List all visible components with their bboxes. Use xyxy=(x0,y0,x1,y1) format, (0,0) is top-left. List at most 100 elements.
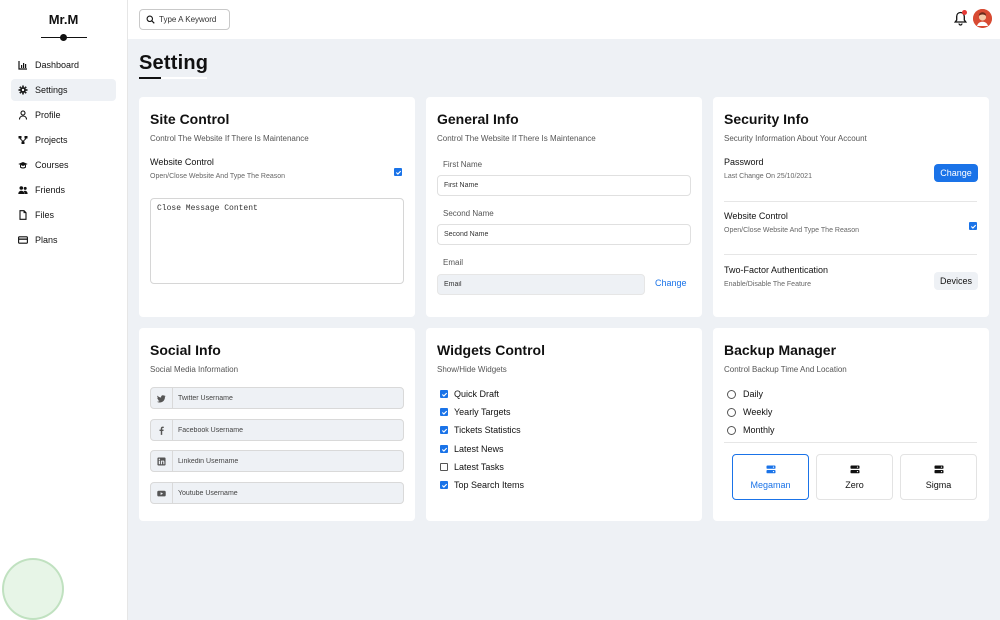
devices-button[interactable]: Devices xyxy=(934,272,978,290)
website-control-hint: Open/Close Website And Type The Reason xyxy=(724,227,860,234)
facebook-field[interactable] xyxy=(150,419,404,441)
widget-toggle-top-search-items[interactable]: Top Search Items xyxy=(440,480,524,490)
backup-option-daily[interactable]: Daily xyxy=(727,389,763,399)
sidebar-item-label: Settings xyxy=(35,85,68,95)
sidebar-item-label: Dashboard xyxy=(35,60,80,70)
sidebar-nav: Dashboard Settings Profile Projects Cour… xyxy=(0,54,127,251)
top-header xyxy=(128,0,1000,39)
widgets-control-card: Widgets Control Show/Hide Widgets Quick … xyxy=(426,328,702,521)
title-underline xyxy=(139,77,161,79)
widget-label: Latest Tasks xyxy=(454,462,504,472)
checkbox[interactable] xyxy=(440,426,448,434)
search-icon xyxy=(146,15,155,24)
second-name-field[interactable] xyxy=(437,224,691,245)
widget-toggle-latest-news[interactable]: Latest News xyxy=(440,444,504,454)
server-option-megaman[interactable]: Megaman xyxy=(732,454,809,500)
notification-dot xyxy=(962,10,967,15)
chart-icon xyxy=(18,60,28,70)
sidebar-item-settings[interactable]: Settings xyxy=(11,79,116,101)
linkedin-field[interactable] xyxy=(150,450,404,472)
avatar[interactable] xyxy=(973,9,992,28)
sidebar-item-label: Plans xyxy=(35,235,58,245)
file-icon xyxy=(18,210,28,220)
checkbox[interactable] xyxy=(440,390,448,398)
card-subtitle: Security Information About Your Account xyxy=(724,134,867,143)
backup-option-monthly[interactable]: Monthly xyxy=(727,425,775,435)
twitter-field[interactable] xyxy=(150,387,404,409)
option-label: Monthly xyxy=(743,425,775,435)
checkbox[interactable] xyxy=(440,408,448,416)
card-title: Backup Manager xyxy=(724,342,837,358)
radio-button[interactable] xyxy=(727,425,736,435)
sidebar-item-label: Profile xyxy=(35,110,61,120)
section-divider xyxy=(724,442,977,443)
sidebar-item-friends[interactable]: Friends xyxy=(11,179,116,201)
card-subtitle: Control The Website If There Is Maintena… xyxy=(437,134,596,143)
card-title: Social Info xyxy=(150,342,221,358)
user-icon xyxy=(18,110,28,120)
sidebar-item-files[interactable]: Files xyxy=(11,204,116,226)
avatar-image xyxy=(973,9,992,28)
email-field[interactable] xyxy=(437,274,645,295)
widget-toggle-latest-tasks[interactable]: Latest Tasks xyxy=(440,462,504,472)
server-icon xyxy=(766,465,775,473)
password-label: Password xyxy=(724,157,764,167)
search-box[interactable] xyxy=(139,9,230,30)
server-option-zero[interactable]: Zero xyxy=(816,454,893,500)
second-name-label: Second Name xyxy=(443,209,494,218)
facebook-username-input[interactable] xyxy=(178,426,398,434)
radio-button[interactable] xyxy=(727,407,736,417)
youtube-field[interactable] xyxy=(150,482,404,504)
server-icon xyxy=(850,465,859,473)
website-control-label: Website Control xyxy=(150,157,214,167)
widget-toggle-quick-draft[interactable]: Quick Draft xyxy=(440,389,499,399)
checkbox[interactable] xyxy=(440,463,448,471)
brand-divider xyxy=(40,34,87,41)
twitter-username-input[interactable] xyxy=(178,394,398,402)
users-icon xyxy=(18,185,28,195)
first-name-field[interactable] xyxy=(437,175,691,196)
checkbox[interactable] xyxy=(440,445,448,453)
server-label: Zero xyxy=(845,479,864,490)
youtube-username-input[interactable] xyxy=(178,489,398,497)
change-password-button[interactable]: Change xyxy=(934,164,978,182)
sidebar-item-plans[interactable]: Plans xyxy=(11,229,116,251)
linkedin-username-input[interactable] xyxy=(178,457,398,465)
sidebar-item-label: Files xyxy=(35,210,55,220)
email-change-link[interactable]: Change xyxy=(655,278,687,288)
sidebar-item-courses[interactable]: Courses xyxy=(11,154,116,176)
email-label: Email xyxy=(443,258,464,267)
server-option-sigma[interactable]: Sigma xyxy=(900,454,977,500)
card-subtitle: Social Media Information xyxy=(150,365,239,374)
security-info-card: Security Info Security Information About… xyxy=(713,97,989,317)
widget-toggle-tickets-statistics[interactable]: Tickets Statistics xyxy=(440,425,521,435)
website-control-checkbox[interactable] xyxy=(394,168,402,176)
website-control-checkbox[interactable] xyxy=(969,222,977,230)
option-label: Daily xyxy=(743,389,764,399)
twitter-icon xyxy=(151,388,173,408)
radio-button[interactable] xyxy=(727,389,736,399)
checkbox[interactable] xyxy=(440,481,448,489)
server-icon xyxy=(934,465,943,473)
section-divider xyxy=(724,254,977,255)
title-underline-accent xyxy=(161,77,207,79)
widget-toggle-yearly-targets[interactable]: Yearly Targets xyxy=(440,407,511,417)
youtube-icon xyxy=(151,483,173,503)
watermark-logo xyxy=(2,558,64,620)
card-title: Widgets Control xyxy=(437,342,545,358)
widget-label: Latest News xyxy=(454,444,504,454)
card-title: Security Info xyxy=(724,111,809,127)
sidebar-item-projects[interactable]: Projects xyxy=(11,129,116,151)
two-factor-label: Two-Factor Authentication xyxy=(724,265,829,275)
close-message-textarea[interactable] xyxy=(150,198,404,284)
sidebar-item-dashboard[interactable]: Dashboard xyxy=(11,54,116,76)
brand-logo: Mr.M xyxy=(48,12,79,27)
sidebar-item-profile[interactable]: Profile xyxy=(11,104,116,126)
search-input[interactable] xyxy=(159,15,229,24)
server-label: Megaman xyxy=(750,479,791,490)
widget-label: Yearly Targets xyxy=(454,407,511,417)
linkedin-icon xyxy=(151,451,173,471)
website-control-label: Website Control xyxy=(724,211,788,221)
backup-option-weekly[interactable]: Weekly xyxy=(727,407,772,417)
facebook-icon xyxy=(151,420,173,440)
